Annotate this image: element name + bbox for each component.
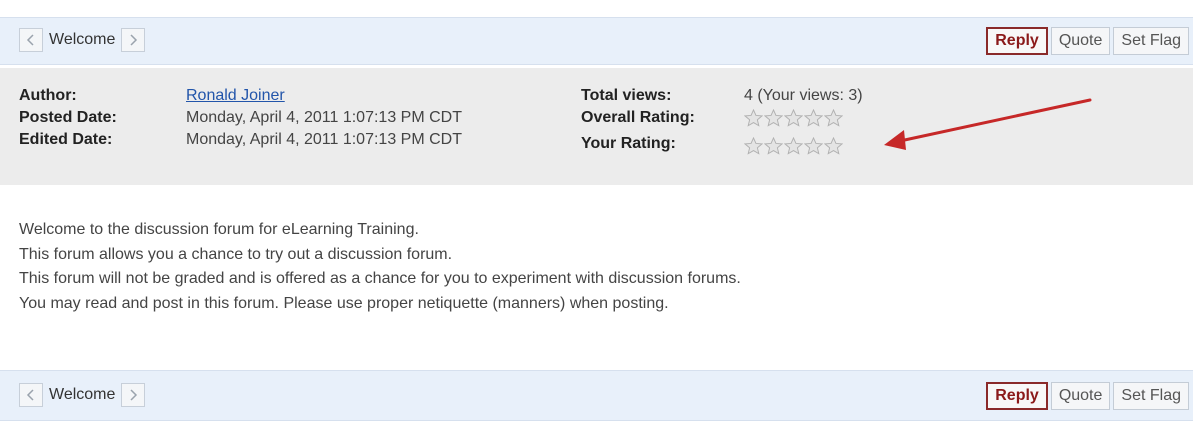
your-rating-stars[interactable]: [744, 135, 863, 157]
quote-button[interactable]: Quote: [1050, 382, 1111, 410]
overall-rating-stars: [744, 107, 863, 129]
total-views-value: 4 (Your views: 3): [744, 87, 863, 104]
set-flag-button[interactable]: Set Flag: [1113, 27, 1189, 55]
message-line: This forum allows you a chance to try ou…: [19, 245, 453, 263]
author-label: Author:: [19, 87, 77, 104]
thread-nav: Welcome: [19, 28, 146, 52]
thread-title: Welcome: [49, 31, 116, 48]
star-icon: [744, 109, 763, 127]
star-icon[interactable]: [784, 137, 803, 155]
set-flag-button[interactable]: Set Flag: [1113, 382, 1189, 410]
quote-button[interactable]: Quote: [1050, 27, 1111, 55]
author-link[interactable]: Ronald Joiner: [186, 87, 285, 104]
thread-title: Welcome: [49, 386, 116, 403]
star-icon: [764, 109, 783, 127]
chevron-left-icon: [26, 34, 34, 46]
message-line: This forum will not be graded and is off…: [19, 270, 741, 288]
message-line: You may read and post in this forum. Ple…: [19, 295, 669, 313]
meta-values-right: 4 (Your views: 3): [744, 85, 863, 157]
message-line: Welcome to the discussion forum for eLea…: [19, 221, 419, 238]
total-views-label: Total views:: [581, 87, 672, 104]
star-icon[interactable]: [764, 137, 783, 155]
previous-thread-button[interactable]: [19, 383, 43, 407]
chevron-right-icon: [130, 34, 138, 46]
reply-button[interactable]: Reply: [986, 382, 1048, 410]
previous-thread-button[interactable]: [19, 28, 43, 52]
thread-nav-bottom: Welcome: [19, 383, 146, 407]
annotation-arrow-icon: [884, 98, 1092, 150]
star-icon: [784, 109, 803, 127]
post-metadata: Author: Posted Date: Edited Date: Ronald…: [0, 68, 1193, 185]
post-actions-bottom: Reply Quote Set Flag: [986, 382, 1189, 410]
meta-labels-right: Total views: Overall Rating: Your Rating…: [581, 85, 695, 155]
top-toolbar: Welcome Reply Quote Set Flag: [0, 17, 1193, 65]
reply-button[interactable]: Reply: [986, 27, 1048, 55]
edited-date-label: Edited Date:: [19, 131, 113, 148]
meta-labels-left: Author: Posted Date: Edited Date:: [19, 85, 117, 151]
posted-date-value: Monday, April 4, 2011 1:07:13 PM CDT: [186, 109, 462, 126]
overall-rating-label: Overall Rating:: [581, 109, 695, 126]
star-icon: [824, 109, 843, 127]
meta-values-left: Ronald Joiner Monday, April 4, 2011 1:07…: [186, 85, 462, 151]
star-icon[interactable]: [744, 137, 763, 155]
star-icon[interactable]: [804, 137, 823, 155]
star-icon[interactable]: [824, 137, 843, 155]
post-actions: Reply Quote Set Flag: [986, 27, 1189, 55]
next-thread-button[interactable]: [121, 28, 146, 52]
edited-date-value: Monday, April 4, 2011 1:07:13 PM CDT: [186, 131, 462, 148]
chevron-right-icon: [130, 389, 138, 401]
chevron-left-icon: [26, 389, 34, 401]
bottom-toolbar: Welcome Reply Quote Set Flag: [0, 370, 1193, 421]
posted-date-label: Posted Date:: [19, 109, 117, 126]
next-thread-button[interactable]: [121, 383, 146, 407]
your-rating-label: Your Rating:: [581, 135, 676, 152]
star-icon: [804, 109, 823, 127]
message-body: Welcome to the discussion forum for eLea…: [19, 218, 741, 317]
